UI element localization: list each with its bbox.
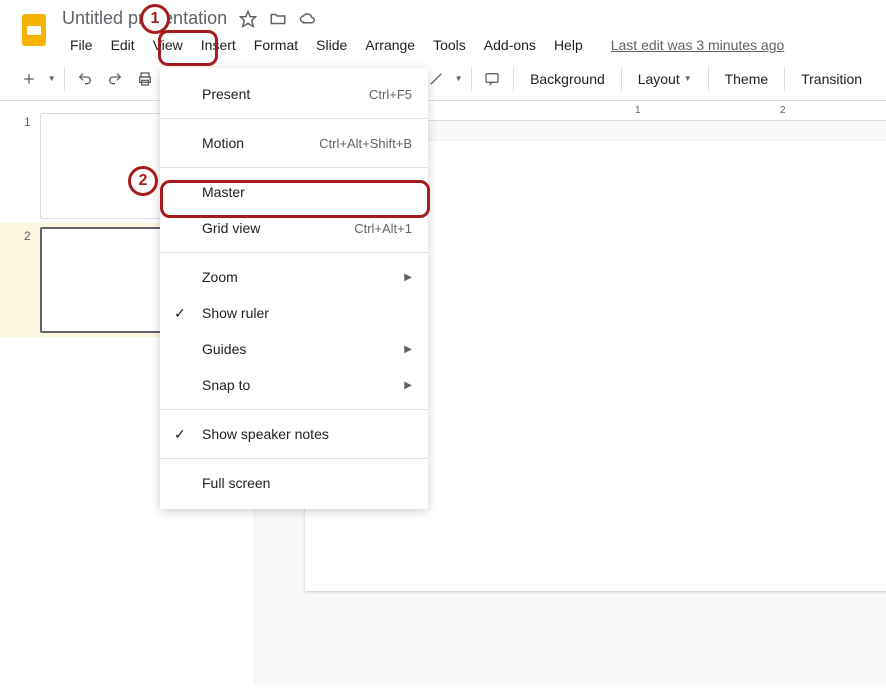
menu-edit[interactable]: Edit — [103, 33, 143, 57]
separator — [708, 67, 709, 91]
menu-speaker-notes[interactable]: ✓ Show speaker notes — [160, 416, 428, 452]
menu-label: Motion — [202, 135, 244, 151]
menu-slide[interactable]: Slide — [308, 33, 355, 57]
cloud-status-icon[interactable] — [299, 10, 317, 28]
comment-button[interactable] — [479, 65, 505, 93]
menu-arrange[interactable]: Arrange — [357, 33, 423, 57]
annotation-marker-1: 1 — [140, 4, 170, 34]
ruler-tick: 1 — [635, 105, 641, 116]
submenu-arrow-icon: ▶ — [404, 344, 412, 355]
menu-present[interactable]: Present Ctrl+F5 — [160, 76, 428, 112]
menu-label: Zoom — [202, 269, 238, 285]
annotation-marker-2: 2 — [128, 166, 158, 196]
check-icon: ✓ — [174, 305, 186, 322]
annotation-number: 1 — [151, 10, 160, 28]
menu-divider — [160, 409, 428, 410]
print-button[interactable] — [132, 65, 158, 93]
new-slide-dropdown-icon[interactable]: ▼ — [48, 74, 56, 83]
menubar: File Edit View Insert Format Slide Arran… — [62, 33, 870, 57]
background-button[interactable]: Background — [522, 67, 613, 91]
menu-divider — [160, 167, 428, 168]
last-edit-link[interactable]: Last edit was 3 minutes ago — [611, 37, 785, 53]
menu-show-ruler[interactable]: ✓ Show ruler — [160, 295, 428, 331]
slides-logo[interactable] — [16, 12, 52, 48]
submenu-arrow-icon: ▶ — [404, 272, 412, 283]
menu-file[interactable]: File — [62, 33, 101, 57]
layout-button[interactable]: Layout ▼ — [630, 67, 700, 91]
separator — [513, 67, 514, 91]
menu-label: Grid view — [202, 220, 260, 236]
app-header: Untitled presentation File Edit View Ins… — [0, 0, 886, 57]
menu-help[interactable]: Help — [546, 33, 591, 57]
redo-button[interactable] — [102, 65, 128, 93]
separator — [784, 67, 785, 91]
menu-zoom[interactable]: Zoom ▶ — [160, 259, 428, 295]
new-slide-button[interactable] — [16, 65, 42, 93]
menu-label: Show ruler — [202, 305, 269, 321]
separator — [621, 67, 622, 91]
menu-label: Master — [202, 184, 245, 200]
view-dropdown-menu: Present Ctrl+F5 Motion Ctrl+Alt+Shift+B … — [160, 68, 428, 509]
menu-grid-view[interactable]: Grid view Ctrl+Alt+1 — [160, 210, 428, 246]
menu-full-screen[interactable]: Full screen — [160, 465, 428, 501]
menu-format[interactable]: Format — [246, 33, 306, 57]
menu-label: Snap to — [202, 377, 250, 393]
separator — [64, 67, 65, 91]
line-tool-dropdown-icon[interactable]: ▼ — [455, 74, 463, 83]
menu-label: Show speaker notes — [202, 426, 329, 442]
menu-tools[interactable]: Tools — [425, 33, 474, 57]
menu-shortcut: Ctrl+Alt+Shift+B — [319, 136, 412, 151]
separator — [471, 67, 472, 91]
annotation-number: 2 — [139, 172, 148, 190]
theme-button[interactable]: Theme — [717, 67, 777, 91]
transition-button[interactable]: Transition — [793, 67, 870, 91]
menu-shortcut: Ctrl+F5 — [369, 87, 412, 102]
menu-master[interactable]: Master — [160, 174, 428, 210]
check-icon: ✓ — [174, 426, 186, 443]
chevron-down-icon: ▼ — [684, 74, 692, 83]
menu-guides[interactable]: Guides ▶ — [160, 331, 428, 367]
toolbar: ▼ ▼ Background Layout ▼ Theme Transition — [0, 57, 886, 101]
menu-divider — [160, 458, 428, 459]
undo-button[interactable] — [73, 65, 99, 93]
menu-divider — [160, 118, 428, 119]
menu-addons[interactable]: Add-ons — [476, 33, 544, 57]
ruler-tick: 2 — [780, 105, 786, 116]
slide-number: 1 — [24, 113, 40, 219]
menu-snap-to[interactable]: Snap to ▶ — [160, 367, 428, 403]
menu-label: Guides — [202, 341, 246, 357]
menu-motion[interactable]: Motion Ctrl+Alt+Shift+B — [160, 125, 428, 161]
slide-number: 2 — [24, 227, 40, 333]
submenu-arrow-icon: ▶ — [404, 380, 412, 391]
move-folder-icon[interactable] — [269, 10, 287, 28]
menu-view[interactable]: View — [145, 33, 191, 57]
menu-divider — [160, 252, 428, 253]
menu-label: Full screen — [202, 475, 270, 491]
menu-insert[interactable]: Insert — [193, 33, 244, 57]
menu-shortcut: Ctrl+Alt+1 — [354, 221, 412, 236]
star-icon[interactable] — [239, 10, 257, 28]
layout-label: Layout — [638, 71, 680, 87]
menu-label: Present — [202, 86, 250, 102]
